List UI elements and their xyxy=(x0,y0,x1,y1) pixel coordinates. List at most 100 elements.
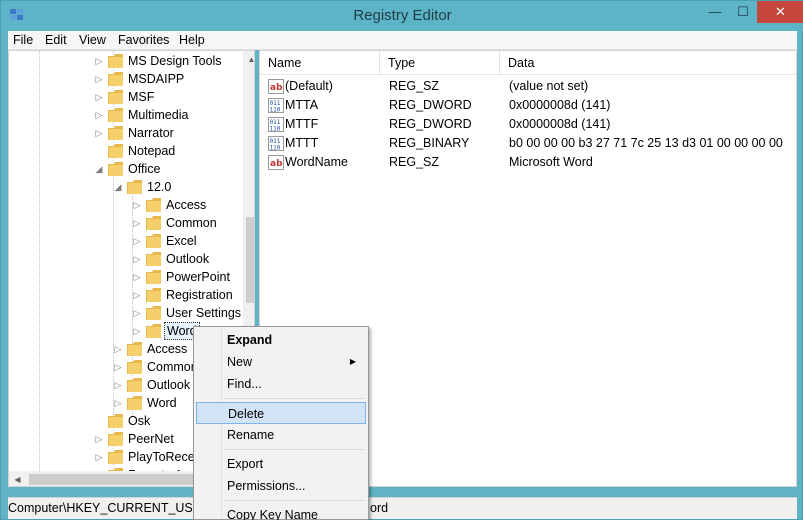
tree-node-label[interactable]: Notepad xyxy=(126,142,177,160)
tree-node-label[interactable]: Office xyxy=(126,160,162,178)
svg-text:110: 110 xyxy=(270,107,281,114)
menu-item-rename[interactable]: Rename xyxy=(196,424,366,446)
menu-item-permissions[interactable]: Permissions... xyxy=(196,475,366,497)
tree-expander-icon[interactable]: ▷ xyxy=(94,88,104,106)
tree-node-label[interactable]: Narrator xyxy=(126,124,176,142)
value-data: 0x0000008d (141) xyxy=(509,117,611,131)
folder-icon xyxy=(127,342,143,356)
folder-icon xyxy=(108,108,124,122)
tree-expander-icon[interactable]: ▷ xyxy=(132,286,142,304)
scroll-up-arrow-icon[interactable]: ▲ xyxy=(243,51,254,68)
menu-favorites[interactable]: Favorites xyxy=(118,33,169,47)
menu-item-label: Permissions... xyxy=(227,479,306,493)
tree-expander-icon[interactable]: ▷ xyxy=(132,268,142,286)
menu-item-expand[interactable]: Expand xyxy=(196,329,366,351)
value-data: b0 00 00 00 b3 27 71 7c 25 13 d3 01 00 0… xyxy=(509,136,783,150)
scroll-left-arrow-icon[interactable]: ◀ xyxy=(9,471,26,486)
list-row[interactable]: ab WordName REG_SZ Microsoft Word xyxy=(260,153,796,172)
tree-expander-icon[interactable]: ▷ xyxy=(113,358,123,376)
folder-icon xyxy=(108,414,124,428)
tree-expander-icon[interactable]: ◢ xyxy=(94,160,104,178)
string-value-icon: ab xyxy=(268,79,284,94)
menu-item-label: New xyxy=(227,355,253,369)
submenu-arrow-icon: ▶ xyxy=(349,357,356,366)
tree-node-label[interactable]: Outlook xyxy=(145,376,192,394)
binary-value-icon: 011 110 xyxy=(268,98,284,114)
tree-node-label[interactable]: Common xyxy=(164,214,219,232)
list-row[interactable]: ab (Default) REG_SZ (value not set) xyxy=(260,77,796,96)
tree-node-label[interactable]: 12.0 xyxy=(145,178,173,196)
menu-file[interactable]: File xyxy=(13,33,33,47)
column-header-type[interactable]: Type xyxy=(380,51,500,75)
tree-expander-icon[interactable]: ◢ xyxy=(113,178,123,196)
menu-separator xyxy=(224,398,364,399)
tree-expander-icon[interactable]: ▷ xyxy=(94,70,104,88)
tree-node-label[interactable]: Outlook xyxy=(164,250,211,268)
value-name: WordName xyxy=(285,155,348,169)
folder-icon xyxy=(108,450,124,464)
tree-expander-icon[interactable]: ▷ xyxy=(132,232,142,250)
menu-help[interactable]: Help xyxy=(179,33,205,47)
tree-node-label[interactable]: MS Design Tools xyxy=(126,52,224,70)
menu-item-find[interactable]: Find... xyxy=(196,373,366,395)
tree-expander-icon[interactable]: ▷ xyxy=(132,196,142,214)
folder-icon xyxy=(146,306,162,320)
folder-icon xyxy=(127,180,143,194)
folder-icon xyxy=(108,144,124,158)
tree-expander-icon[interactable]: ▷ xyxy=(94,52,104,70)
folder-icon xyxy=(108,72,124,86)
folder-icon xyxy=(146,252,162,266)
list-row[interactable]: 011 110 MTTA REG_DWORD 0x0000008d (141) xyxy=(260,96,796,115)
tree-expander-icon[interactable]: ▷ xyxy=(132,304,142,322)
tree-expander-icon[interactable]: ▷ xyxy=(132,214,142,232)
tree-expander-icon[interactable]: ▷ xyxy=(113,394,123,412)
tree-node-label[interactable]: Multimedia xyxy=(126,106,190,124)
tree-node-label[interactable]: Common xyxy=(145,358,200,376)
menu-edit[interactable]: Edit xyxy=(45,33,67,47)
menu-item-new[interactable]: New ▶ xyxy=(196,351,366,373)
svg-text:ab: ab xyxy=(270,159,283,169)
tree-expander-icon[interactable]: ▷ xyxy=(113,340,123,358)
tree-expander-icon[interactable]: ▷ xyxy=(94,430,104,448)
column-header-data[interactable]: Data xyxy=(500,51,796,75)
tree-node-label[interactable]: PowerPoint xyxy=(164,268,232,286)
tree-node-label[interactable]: MSF xyxy=(126,88,156,106)
close-button[interactable]: ✕ xyxy=(757,1,803,23)
scroll-thumb[interactable] xyxy=(246,217,254,303)
tree-node-label[interactable]: Access xyxy=(164,196,208,214)
status-bar: Computer\HKEY_CURRENT_USER\S ord xyxy=(8,497,797,519)
menu-bar: File Edit View Favorites Help xyxy=(8,31,797,50)
menu-item-copy-key-name[interactable]: Copy Key Name xyxy=(196,504,366,520)
menu-item-label: Delete xyxy=(228,407,265,421)
tree-node-label[interactable]: Excel xyxy=(164,232,199,250)
tree-node-label[interactable]: PeerNet xyxy=(126,430,176,448)
menu-item-export[interactable]: Export xyxy=(196,453,366,475)
tree-guide-line xyxy=(39,51,40,471)
tree-expander-icon[interactable]: ▷ xyxy=(94,106,104,124)
tree-node-label[interactable]: Osk xyxy=(126,412,152,430)
tree-node-label[interactable]: MSDAIPP xyxy=(126,70,186,88)
column-header-name[interactable]: Name xyxy=(260,51,380,75)
value-name: MTTT xyxy=(285,136,319,150)
minimize-button[interactable]: — xyxy=(701,1,729,23)
tree-node-label[interactable]: Word xyxy=(145,394,179,412)
tree-expander-icon[interactable]: ▷ xyxy=(132,250,142,268)
folder-icon xyxy=(146,324,162,338)
menu-item-delete[interactable]: Delete xyxy=(196,402,366,424)
folder-icon xyxy=(108,162,124,176)
menu-item-label: Rename xyxy=(227,428,275,442)
tree-node-label[interactable]: Access xyxy=(145,340,189,358)
menu-view[interactable]: View xyxy=(79,33,106,47)
list-row[interactable]: 011 110 MTTF REG_DWORD 0x0000008d (141) xyxy=(260,115,796,134)
value-data: Microsoft Word xyxy=(509,155,593,169)
tree-node-label[interactable]: User Settings xyxy=(164,304,243,322)
scroll-thumb[interactable] xyxy=(29,474,199,485)
title-bar[interactable]: Registry Editor — ☐ ✕ xyxy=(1,1,803,31)
tree-expander-icon[interactable]: ▷ xyxy=(113,376,123,394)
tree-expander-icon[interactable]: ▷ xyxy=(94,124,104,142)
maximize-button[interactable]: ☐ xyxy=(729,1,757,23)
tree-expander-icon[interactable]: ▷ xyxy=(94,448,104,466)
list-row[interactable]: 011 110 MTTT REG_BINARY b0 00 00 00 b3 27 71… xyxy=(260,134,796,153)
tree-node-label[interactable]: Registration xyxy=(164,286,235,304)
tree-expander-icon[interactable]: ▷ xyxy=(132,322,142,340)
